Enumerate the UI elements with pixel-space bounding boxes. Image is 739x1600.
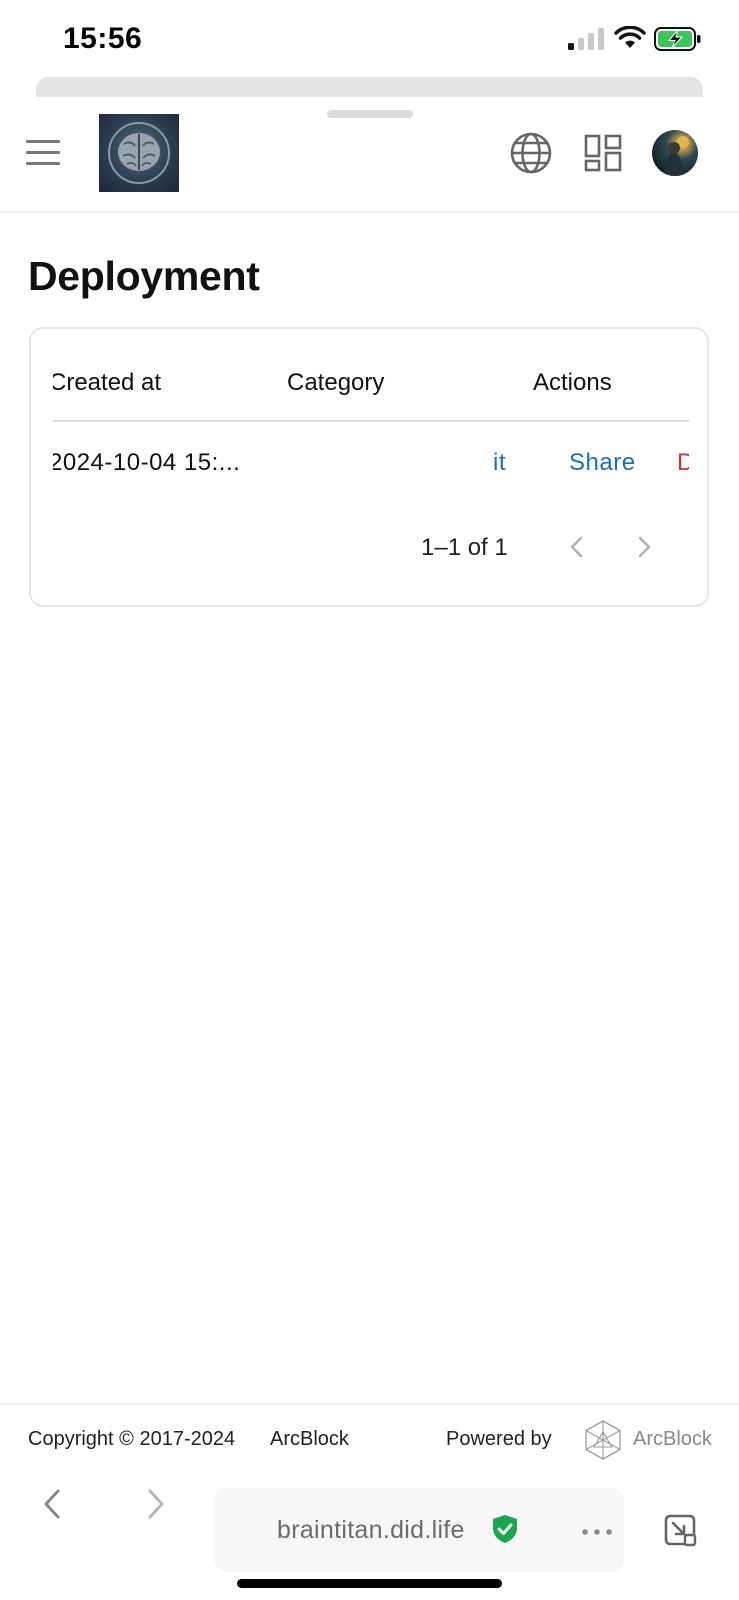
- sheet-grabber[interactable]: [327, 110, 413, 118]
- share-action-link[interactable]: Share: [569, 449, 636, 477]
- apps-icon[interactable]: [584, 134, 622, 172]
- home-indicator: [237, 1579, 502, 1588]
- browser-sheet-edge: [36, 77, 703, 97]
- edit-action-link[interactable]: it: [493, 449, 506, 477]
- browser-forward-icon[interactable]: [144, 1486, 168, 1522]
- battery-charging-icon: [654, 27, 701, 51]
- copyright-arcblock-link[interactable]: ArcBlock: [270, 1428, 349, 1451]
- previous-page-icon[interactable]: [564, 532, 590, 562]
- address-bar-url[interactable]: braintitan.did.life: [277, 1516, 465, 1545]
- copyright-text: Copyright © 2017-2024: [28, 1428, 236, 1450]
- column-header-actions: Actions: [533, 369, 612, 396]
- pagination-range: 1–1 of 1: [421, 534, 508, 561]
- column-header-category[interactable]: Category: [287, 369, 384, 397]
- header-divider: [0, 211, 739, 213]
- deployment-table-card: Created at Category Actions 2024-10-04 1…: [29, 327, 709, 607]
- status-time: 15:56: [63, 22, 143, 55]
- powered-by-label: Powered by: [446, 1428, 552, 1450]
- table-header-divider: [53, 420, 689, 422]
- arcblock-logo-icon[interactable]: [583, 1419, 623, 1461]
- page-title: Deployment: [28, 253, 260, 299]
- arcblock-brand-link[interactable]: ArcBlock: [633, 1428, 712, 1451]
- more-options-icon[interactable]: [581, 1528, 613, 1536]
- avatar[interactable]: [652, 130, 698, 176]
- table-scroll-area[interactable]: Created at Category Actions 2024-10-04 1…: [53, 329, 689, 509]
- next-page-icon[interactable]: [631, 532, 657, 562]
- globe-icon[interactable]: [509, 131, 553, 175]
- delete-action-link[interactable]: De: [677, 449, 689, 477]
- column-header-created-at[interactable]: Created at: [53, 369, 161, 397]
- minimize-window-icon[interactable]: [664, 1514, 698, 1548]
- wifi-icon: [614, 26, 646, 48]
- menu-icon[interactable]: [26, 140, 60, 166]
- brain-logo[interactable]: [99, 114, 179, 192]
- footer-divider: [0, 1403, 739, 1405]
- table-cell-created-at: 2024-10-04 15:...: [53, 449, 241, 476]
- browser-back-icon[interactable]: [40, 1486, 64, 1522]
- secure-shield-icon: [493, 1515, 517, 1543]
- signal-icon: [568, 28, 604, 50]
